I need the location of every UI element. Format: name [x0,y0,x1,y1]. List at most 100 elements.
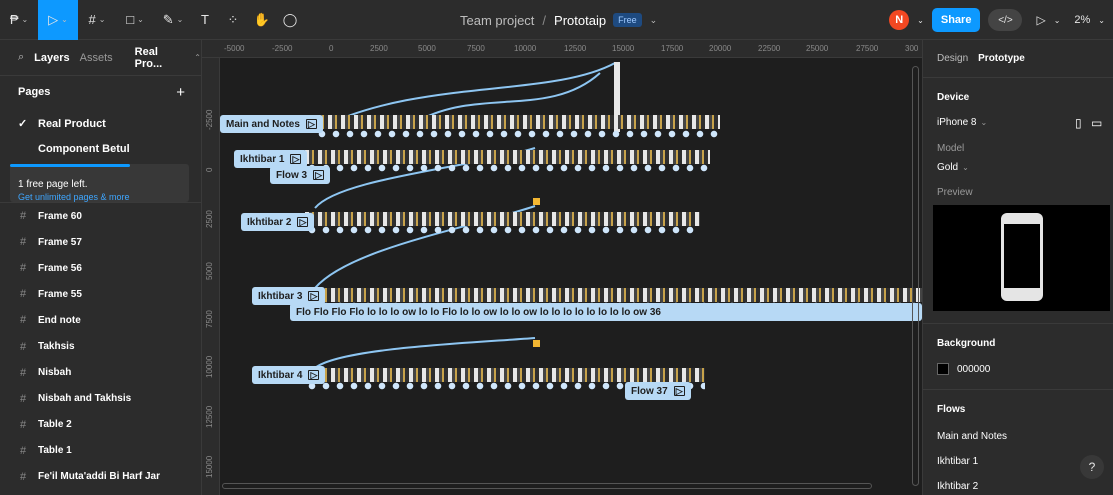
canvas[interactable]: Main and Notes ▷ Ikhtibar 1 ▷ Flow 3 ▷ Ikht… [220,58,922,495]
code-icon: </> [998,14,1013,26]
model-select[interactable]: Gold ⌄ [923,162,969,173]
upsell-link[interactable]: Get unlimited pages & more [18,192,189,202]
layer-item[interactable]: # Frame 56 [0,255,202,281]
chevron-up-icon[interactable]: ⌃ [194,53,201,62]
landscape-icon[interactable]: ▭ [1091,116,1102,130]
ruler-tick: 300 [905,44,919,53]
page-label: Component Betul [38,142,130,155]
marker [533,340,540,347]
present-icon[interactable]: ▷ [1036,13,1045,27]
left-panel: ⌕ Layers Assets Real Pro... ⌃ Pages + ✓ … [0,40,202,495]
frame-row[interactable] [305,288,922,302]
zoom-level[interactable]: 2% [1074,14,1090,26]
tab-layers[interactable]: Layers [34,52,69,64]
flow-row[interactable]: Flo Flo Flo Flo lo lo lo ow lo lo Flo lo… [290,303,922,321]
tab-design[interactable]: Design [937,53,968,64]
chevron-down-icon: ⌄ [61,15,68,24]
avatar[interactable]: N [889,10,910,30]
layer-item[interactable]: # Takhsis [0,333,202,359]
frame-tool-button[interactable]: # ⌄ [78,0,116,40]
add-page-icon[interactable]: + [176,84,185,101]
flow-starting-point[interactable]: Ikhtibar 2 ▷ [241,213,315,231]
comment-tool-button[interactable]: ◯ [276,0,304,40]
layer-item[interactable]: # Nisbah [0,360,202,386]
frame-icon: # [20,262,27,275]
shape-tool-button[interactable]: □ ⌄ [116,0,154,40]
color-swatch[interactable] [937,363,949,375]
divider [923,389,1113,390]
ruler-tick: -2500 [205,109,214,130]
model-value: Gold [937,162,959,173]
frame-row[interactable] [305,150,710,164]
move-tool-button[interactable]: ▷ ⌄ [38,0,78,40]
marker [533,198,540,205]
background-field[interactable]: 000000 [923,363,990,375]
text-tool-button[interactable]: T [192,0,218,40]
layer-item[interactable]: # Table 1 [0,438,202,464]
hand-tool-button[interactable]: ✋ [248,0,276,40]
page-selector[interactable]: Real Pro... [135,46,185,70]
page-item[interactable]: Component Betul [0,136,201,161]
resources-tool-button[interactable]: ⁘ [218,0,248,40]
layer-item[interactable]: # Nisbah and Takhsis [0,386,202,412]
layer-item[interactable]: # Frame 57 [0,229,202,255]
flow-starting-point[interactable]: Flow 3 ▷ [270,166,331,184]
pen-icon: ✎ [162,11,174,27]
flow-starting-point[interactable]: Main and Notes ▷ [220,115,323,133]
layer-label: Nisbah and Takhsis [38,393,132,405]
rectangle-icon: □ [126,12,135,27]
flow-starting-point[interactable]: Flow 37 ▷ [625,382,691,400]
frame-row[interactable] [315,115,720,129]
page-item[interactable]: ✓ Real Product [0,111,201,136]
team-name[interactable]: Team project [460,13,534,28]
portrait-icon[interactable]: ▯ [1075,116,1082,130]
main-menu-button[interactable]: ₱ ⌄ [0,0,38,40]
search-icon[interactable]: ⌕ [18,51,24,64]
ruler-tick: 12500 [205,405,214,428]
file-name[interactable]: Prototaip [554,13,606,28]
layer-item[interactable]: # End note [0,307,202,333]
ruler-tick: 15000 [612,44,635,53]
chevron-down-icon[interactable]: ⌄ [917,16,924,25]
flow-list-item[interactable]: Ikhtibar 2 [923,481,978,492]
layer-item[interactable]: # Fe'il Muta'addi Bi Harf Jar [0,464,202,490]
flow-list-item[interactable]: Main and Notes [923,431,1007,442]
frame-row[interactable] [305,368,705,382]
flow-starting-point[interactable]: Ikhtibar 4 ▷ [252,366,326,384]
layer-label: End note [38,314,81,326]
ruler-tick: 20000 [709,44,732,53]
horizontal-scrollbar[interactable] [222,483,872,489]
play-icon: ▷ [290,154,302,164]
ruler-left: -2500 0 2500 5000 7500 10000 12500 15000 [202,58,220,495]
dev-mode-toggle[interactable]: </> [988,9,1023,31]
pages-title: Pages [18,86,51,98]
vertical-scrollbar[interactable] [912,66,919,486]
ruler-top: -5000 -2500 0 2500 5000 7500 10000 12500… [202,40,922,58]
tab-prototype[interactable]: Prototype [978,53,1025,64]
ruler-tick: 0 [205,167,214,172]
chevron-down-icon[interactable]: ⌄ [1098,16,1105,25]
file-title[interactable]: Team project / Prototaip Free ⌄ [460,0,657,40]
layer-item[interactable]: # Frame 60 [0,203,202,229]
flow-label: Flow 37 [631,385,668,397]
layer-item[interactable]: # Table 2 [0,412,202,438]
background-value[interactable]: 000000 [957,364,990,375]
frame-row[interactable] [305,212,700,226]
share-button[interactable]: Share [931,8,981,32]
device-select[interactable]: iPhone 8 ⌄ ▯ ▭ [923,116,1113,130]
chevron-down-icon[interactable]: ⌄ [650,15,658,26]
ruler-tick: 2500 [370,44,388,53]
tab-assets[interactable]: Assets [80,52,113,64]
layer-item[interactable]: # Frame 55 [0,281,202,307]
layer-label: Nisbah [38,367,72,379]
toolbar: ₱ ⌄ ▷ ⌄ # ⌄ □ ⌄ ✎ ⌄ T ⁘ ✋ ◯ Team project / Pr… [0,0,1113,40]
right-panel: Design Prototype Device iPhone 8 ⌄ ▯ ▭ M… [922,40,1113,495]
chevron-down-icon[interactable]: ⌄ [1054,16,1061,25]
ruler-tick: 7500 [467,44,485,53]
flow-list-item[interactable]: Ikhtibar 1 [923,456,978,467]
cursor-icon: ▷ [48,11,59,27]
help-button[interactable]: ? [1080,455,1104,479]
pen-tool-button[interactable]: ✎ ⌄ [154,0,192,40]
ruler-tick: 2500 [205,210,214,228]
ruler-tick: 10000 [205,355,214,378]
